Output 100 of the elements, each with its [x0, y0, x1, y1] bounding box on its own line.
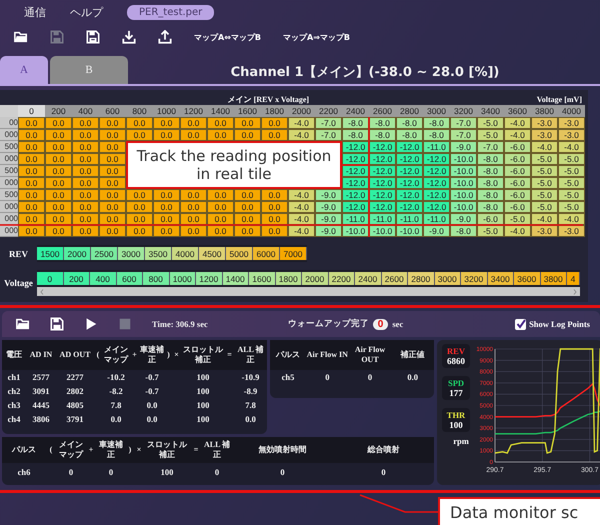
axis-cell[interactable]: 2800	[408, 272, 434, 285]
table-cell[interactable]: 0.0	[234, 189, 261, 201]
table-cell[interactable]: 0.0	[126, 213, 153, 225]
table-cell[interactable]: -4.0	[288, 129, 315, 141]
table-cell[interactable]: -4.0	[504, 129, 531, 141]
table-cell[interactable]: -12.0	[396, 201, 423, 213]
table-cell[interactable]: -5.0	[558, 177, 585, 189]
table-cell[interactable]: 0.0	[72, 225, 99, 237]
axis-cell[interactable]: 200	[64, 272, 90, 285]
axis-cell[interactable]: 7000	[280, 247, 307, 260]
table-cell[interactable]: -3.0	[531, 117, 558, 129]
table-cell[interactable]: 0.0	[72, 141, 99, 153]
table-cell[interactable]: -9.0	[315, 189, 342, 201]
table-cell[interactable]: -8.0	[477, 153, 504, 165]
table-cell[interactable]: 0.0	[18, 117, 45, 129]
table-cell[interactable]: 0.0	[180, 129, 207, 141]
table-cell[interactable]: -12.0	[369, 141, 396, 153]
axis-cell[interactable]: 800	[143, 272, 170, 285]
table-cell[interactable]: -12.0	[396, 153, 423, 165]
table-cell[interactable]: -4.0	[504, 225, 531, 237]
table-cell[interactable]: 0.0	[18, 141, 45, 153]
axis-cell[interactable]: 4000	[172, 247, 199, 260]
table-cell[interactable]: 0.0	[99, 141, 126, 153]
table-cell[interactable]: 0.0	[126, 189, 153, 201]
axis-cell[interactable]: 2500	[91, 247, 118, 260]
table-cell[interactable]: 0.0	[45, 165, 72, 177]
table-cell[interactable]: 0.0	[45, 225, 72, 237]
axis-cell[interactable]: 600	[116, 272, 143, 285]
table-cell[interactable]: -5.0	[558, 201, 585, 213]
table-cell[interactable]: -6.0	[477, 213, 504, 225]
table-cell[interactable]: 0.0	[99, 177, 126, 189]
table-cell[interactable]: 0.0	[18, 165, 45, 177]
table-cell[interactable]: 0.0	[99, 201, 126, 213]
table-cell[interactable]: -7.0	[450, 117, 477, 129]
table-cell[interactable]: -4.0	[288, 189, 315, 201]
axis-cell[interactable]: 1800	[276, 272, 302, 285]
table-cell[interactable]: 0.0	[45, 201, 72, 213]
table-cell[interactable]: -9.0	[450, 213, 477, 225]
table-cell[interactable]: 0.0	[234, 213, 261, 225]
table-cell[interactable]: 0.0	[99, 153, 126, 165]
table-cell[interactable]: -8.0	[369, 129, 396, 141]
table-cell[interactable]: 0.0	[72, 189, 99, 201]
table-cell[interactable]: -7.0	[477, 141, 504, 153]
table-cell[interactable]: -6.0	[504, 165, 531, 177]
table-cell[interactable]: -6.0	[504, 177, 531, 189]
table-cell[interactable]: 0.0	[72, 201, 99, 213]
table-cell[interactable]: 0.0	[153, 129, 180, 141]
table-cell[interactable]: 0.0	[18, 213, 45, 225]
table-cell[interactable]: -9.0	[315, 213, 342, 225]
table-cell[interactable]: 0.0	[72, 165, 99, 177]
table-cell[interactable]: -12.0	[396, 165, 423, 177]
table-cell[interactable]: 0.0	[45, 129, 72, 141]
table-cell[interactable]: -11.0	[369, 213, 396, 225]
table-cell[interactable]: -9.0	[423, 225, 450, 237]
table-cell[interactable]: -10.0	[396, 225, 423, 237]
axis-cell[interactable]: 3500	[145, 247, 172, 260]
table-cell[interactable]: 0.0	[261, 225, 288, 237]
table-cell[interactable]: -11.0	[342, 213, 369, 225]
axis-cell[interactable]: 1200	[196, 272, 222, 285]
folder-icon[interactable]	[14, 30, 28, 44]
table-cell[interactable]: -10.0	[450, 153, 477, 165]
table-cell[interactable]: 0.0	[99, 213, 126, 225]
table-cell[interactable]: -4.0	[288, 117, 315, 129]
table-cell[interactable]: -4.0	[504, 117, 531, 129]
axis-cell[interactable]: 2000	[302, 272, 328, 285]
table-cell[interactable]: 0.0	[18, 201, 45, 213]
table-cell[interactable]: 0.0	[153, 189, 180, 201]
table-cell[interactable]: 0.0	[99, 189, 126, 201]
table-cell[interactable]: -5.0	[558, 189, 585, 201]
table-cell[interactable]: -6.0	[504, 201, 531, 213]
play-icon[interactable]	[84, 317, 98, 331]
table-cell[interactable]: -9.0	[450, 141, 477, 153]
table-cell[interactable]: 0.0	[126, 225, 153, 237]
table-cell[interactable]: 0.0	[180, 117, 207, 129]
table-cell[interactable]: 0.0	[72, 213, 99, 225]
table-cell[interactable]: -6.0	[504, 189, 531, 201]
axis-cell[interactable]: 2400	[355, 272, 382, 285]
table-cell[interactable]: -10.0	[450, 201, 477, 213]
table-cell[interactable]: -5.0	[531, 189, 558, 201]
table-cell[interactable]: -4.0	[288, 213, 315, 225]
table-cell[interactable]: -4.0	[531, 213, 558, 225]
table-cell[interactable]: -5.0	[477, 129, 504, 141]
axis-cell[interactable]: 0	[37, 272, 64, 285]
table-cell[interactable]: -11.0	[423, 213, 450, 225]
table-cell[interactable]: 0.0	[153, 201, 180, 213]
axis-cell[interactable]: 4	[567, 272, 580, 285]
table-cell[interactable]: 0.0	[153, 117, 180, 129]
table-cell[interactable]: -3.0	[558, 225, 585, 237]
toolbar-button[interactable]: マップA⇒マップB	[283, 32, 350, 42]
table-cell[interactable]: -5.0	[531, 201, 558, 213]
table-cell[interactable]: -12.0	[369, 165, 396, 177]
table-cell[interactable]: -4.0	[531, 141, 558, 153]
table-cell[interactable]: 0.0	[180, 213, 207, 225]
axis-cell[interactable]: 1600	[249, 272, 276, 285]
table-cell[interactable]: -12.0	[423, 177, 450, 189]
table-cell[interactable]: 0.0	[207, 201, 234, 213]
table-cell[interactable]: -12.0	[369, 189, 396, 201]
table-cell[interactable]: 0.0	[99, 225, 126, 237]
table-cell[interactable]: -9.0	[315, 225, 342, 237]
table-cell[interactable]: -8.0	[477, 201, 504, 213]
